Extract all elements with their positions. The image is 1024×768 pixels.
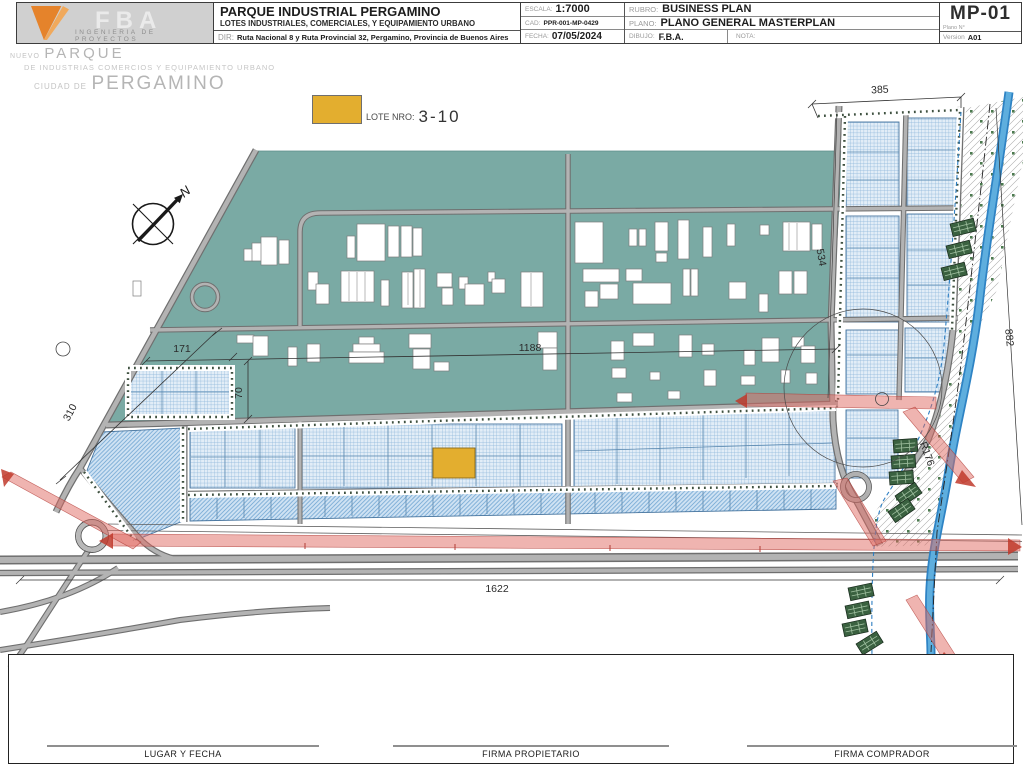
dim-310: 310 <box>61 402 80 423</box>
lot-legend-value: 3-10 <box>419 109 461 124</box>
sheet-code: MP-01 <box>940 3 1021 25</box>
logo-tagline: INGENIERIA DE PROYECTOS <box>75 29 213 43</box>
project-title: PARQUE INDUSTRIAL PERGAMINO <box>220 5 514 19</box>
dim-70: 70 <box>233 387 245 399</box>
plano-label: PLANO: <box>629 19 657 28</box>
rubro-value: BUSINESS PLAN <box>662 3 751 15</box>
plano-n-label: Plano N° <box>943 25 965 31</box>
site-plan-drawing: 385 534 882 171 70 1188 310 1622 R176 N <box>0 0 1024 768</box>
dim-171: 171 <box>173 343 191 355</box>
dim-1188: 1188 <box>519 342 542 354</box>
cad-label: CAD: <box>525 20 541 27</box>
lot-color-swatch <box>312 95 362 124</box>
plano-value: PLANO GENERAL MASTERPLAN <box>661 17 836 29</box>
lot-legend-label: LOTE NRO: <box>366 112 415 122</box>
nota-label: NOTA: <box>736 33 755 40</box>
project-subtitle: LOTES INDUSTRIALES, COMERCIALES, Y EQUIP… <box>220 19 514 28</box>
dim-1622: 1622 <box>485 583 509 595</box>
dibujo-value: F.B.A. <box>659 32 684 42</box>
masterplan-sheet: 385 534 882 171 70 1188 310 1622 R176 N … <box>0 0 1024 768</box>
heading-subtitle: DE INDUSTRIAS COMERCIOS Y EQUIPAMIENTO U… <box>24 64 275 72</box>
escala-value: 1:7000 <box>555 3 589 15</box>
company-logo: FBA INGENIERIA DE PROYECTOS <box>17 3 214 43</box>
dir-value: Ruta Nacional 8 y Ruta Provincial 32, Pe… <box>237 33 508 42</box>
park-heading: NUEVO PARQUE DE INDUSTRIAS COMERCIOS Y E… <box>10 46 275 93</box>
signature-comprador: FIRMA COMPRADOR <box>747 745 1017 759</box>
dim-882: 882 <box>1002 328 1016 347</box>
signature-box: LUGAR Y FECHA FIRMA PROPIETARIO FIRMA CO… <box>8 654 1014 764</box>
dir-label: DIR: <box>218 33 234 42</box>
heading-title: PARQUE <box>44 45 124 62</box>
meta-left-column: ESCALA: 1:7000 CAD: PPR-001-MP-0429 FECH… <box>521 3 625 43</box>
heading-city: PERGAMINO <box>91 73 225 94</box>
lot-legend: LOTE NRO: 3-10 <box>312 95 461 124</box>
fecha-value: 07/05/2024 <box>552 31 602 42</box>
sheet-number-block: MP-01 Plano N° Version A01 <box>940 3 1021 43</box>
title-block: FBA INGENIERIA DE PROYECTOS PARQUE INDUS… <box>16 2 1022 44</box>
project-info: PARQUE INDUSTRIAL PERGAMINO LOTES INDUST… <box>214 3 521 43</box>
heading-pre: NUEVO <box>10 53 40 60</box>
north-compass: N <box>133 182 194 244</box>
cad-value: PPR-001-MP-0429 <box>544 20 599 27</box>
signature-propietario: FIRMA PROPIETARIO <box>393 745 669 759</box>
fecha-label: FECHA: <box>525 33 549 40</box>
heading-city-pre: CIUDAD DE <box>34 82 87 91</box>
rubro-label: RUBRO: <box>629 5 658 14</box>
highlight-lot-3-10 <box>433 448 475 478</box>
dibujo-label: DIBUJO: <box>629 33 655 40</box>
signature-lugar-fecha: LUGAR Y FECHA <box>47 745 319 759</box>
escala-label: ESCALA: <box>525 6 552 13</box>
meta-right-column: RUBRO: BUSINESS PLAN PLANO: PLANO GENERA… <box>625 3 940 43</box>
version-label: Version <box>943 34 965 41</box>
version-value: A01 <box>968 33 982 42</box>
dim-385: 385 <box>871 84 889 97</box>
